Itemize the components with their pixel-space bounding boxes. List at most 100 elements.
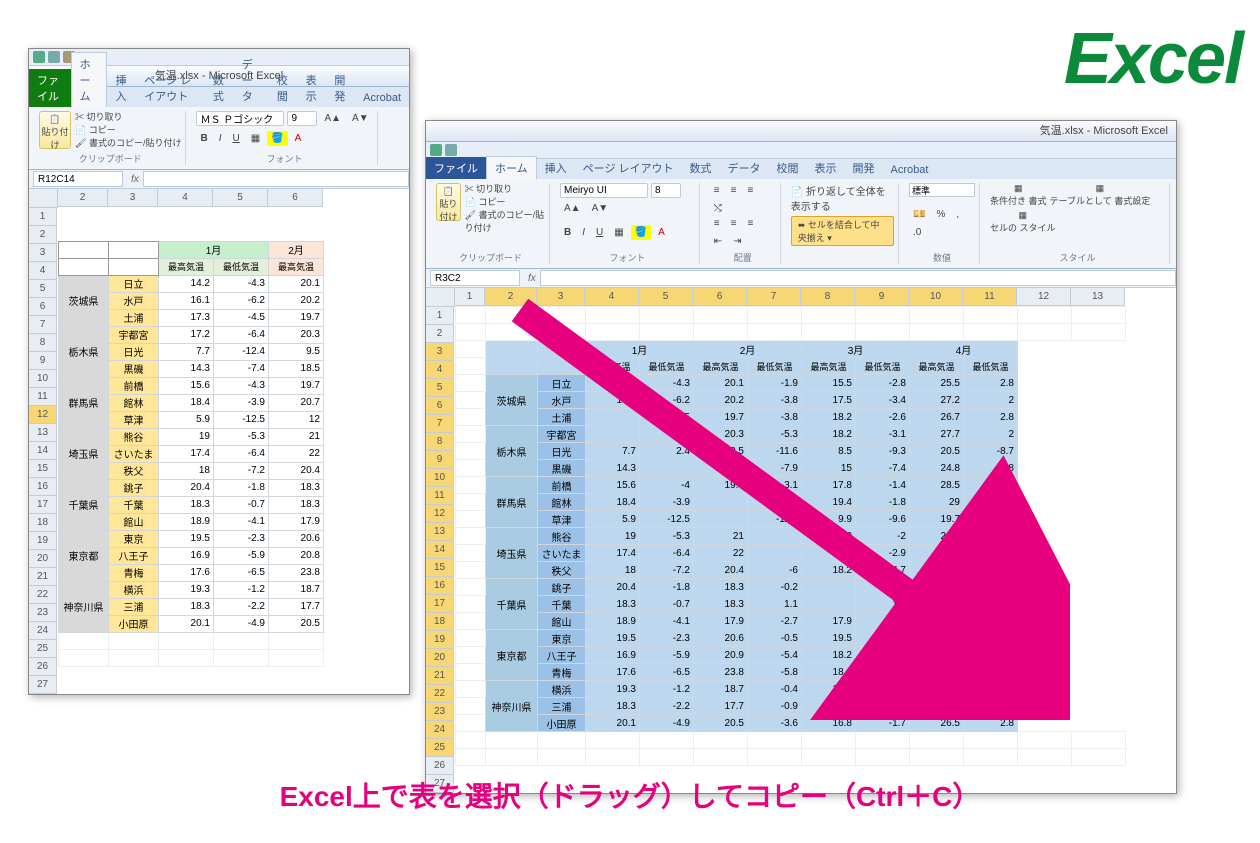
row-head[interactable]: 12 [426, 505, 454, 523]
row-head[interactable]: 18 [29, 514, 57, 532]
paste-button[interactable]: 📋貼り付け [39, 111, 71, 149]
tab-layout[interactable]: ページ レイアウト [575, 157, 682, 179]
font-select[interactable] [196, 111, 284, 126]
formula-bar[interactable] [540, 270, 1176, 286]
format-painter-button[interactable]: 🖌 書式のコピー/貼り付け [465, 209, 545, 235]
percent-icon[interactable]: % [932, 207, 949, 222]
row-head[interactable]: 24 [426, 721, 454, 739]
row-head[interactable]: 6 [29, 298, 57, 316]
row-head[interactable]: 6 [426, 397, 454, 415]
row-head[interactable]: 19 [29, 532, 57, 550]
row-head[interactable]: 16 [426, 577, 454, 595]
row-head[interactable]: 23 [426, 703, 454, 721]
cell-style-button[interactable]: ▦セルの スタイル [990, 210, 1056, 234]
row-head[interactable]: 22 [29, 586, 57, 604]
row-head[interactable]: 26 [29, 658, 57, 676]
row-head[interactable]: 23 [29, 604, 57, 622]
col-head síce[interactable]: 13 [1071, 288, 1125, 306]
row-head[interactable]: 20 [29, 550, 57, 568]
col-head[interactable]: 2 [58, 189, 108, 207]
tab-formula[interactable]: 数式 [682, 157, 720, 179]
copy-button[interactable]: 📄 コピー [465, 196, 545, 209]
tab-review[interactable]: 校閲 [769, 157, 807, 179]
col-head[interactable]: 5 [213, 189, 268, 207]
row-head[interactable]: 21 [29, 568, 57, 586]
row-head[interactable]: 11 [426, 487, 454, 505]
formula-bar[interactable] [143, 171, 409, 187]
format-painter-button[interactable]: 🖌 書式のコピー/貼り付け [75, 137, 181, 150]
row-head[interactable]: 8 [29, 334, 57, 352]
col-head síce[interactable]: 6 [693, 288, 747, 306]
font-color-button[interactable]: A [654, 225, 669, 240]
data-grid[interactable]: 1月2月3月4月最高気温最低気温最高気温最低気温最高気温最低気温最高気温最低気温… [455, 306, 1126, 766]
row-head[interactable]: 10 [426, 469, 454, 487]
tab-dev[interactable]: 開発 [326, 69, 355, 107]
tab-data[interactable]: データ [720, 157, 769, 179]
paste-button[interactable]: 📋貼り付け [436, 183, 461, 221]
border-button[interactable]: ▦ [247, 131, 264, 146]
increase-font-icon[interactable]: A▲ [560, 201, 585, 216]
row-head[interactable]: 15 [426, 559, 454, 577]
italic-button[interactable]: I [578, 225, 589, 240]
row-head[interactable]: 1 [426, 307, 454, 325]
bold-button[interactable]: B [196, 131, 211, 146]
cond-format-button[interactable]: ▦条件付き 書式 [990, 183, 1047, 207]
number-format-select[interactable] [909, 183, 975, 197]
row-head[interactable]: 3 [426, 343, 454, 361]
tab-file[interactable]: ファイル [29, 69, 71, 107]
row-head[interactable]: 26 [426, 757, 454, 775]
tab-dev[interactable]: 開発 [845, 157, 883, 179]
row-head[interactable]: 1 [29, 208, 57, 226]
inc-dec-icon[interactable]: .0 [909, 225, 925, 240]
cut-button[interactable]: ✂ 切り取り [465, 183, 545, 196]
col-head síce[interactable]: 8 [801, 288, 855, 306]
col-head síce[interactable]: 3 [537, 288, 585, 306]
row-head[interactable]: 19 [426, 631, 454, 649]
tab-layout[interactable]: ページ レイアウト [136, 69, 205, 107]
font-size[interactable] [287, 111, 317, 126]
bold-button[interactable]: B [560, 225, 575, 240]
align-top-icon[interactable]: ≡ [710, 183, 724, 198]
row-head[interactable]: 14 [426, 541, 454, 559]
col-head síce[interactable]: 9 [855, 288, 909, 306]
indent-dec-icon[interactable]: ⇤ [710, 234, 726, 249]
decrease-font-icon[interactable]: A▼ [348, 111, 373, 126]
row-head[interactable]: 17 [29, 496, 57, 514]
comma-icon[interactable]: , [952, 207, 963, 222]
italic-button[interactable]: I [215, 131, 226, 146]
select-all-corner[interactable] [29, 189, 58, 208]
align-right-icon[interactable]: ≡ [743, 216, 757, 231]
tab-data[interactable]: データ [234, 53, 269, 107]
underline-button[interactable]: U [228, 131, 243, 146]
tab-acrobat[interactable]: Acrobat [355, 89, 409, 107]
row-head[interactable]: 25 [29, 640, 57, 658]
undo-icon[interactable] [48, 51, 60, 63]
row-head[interactable]: 13 [29, 424, 57, 442]
row-head[interactable]: 18 [426, 613, 454, 631]
copy-button[interactable]: 📄 コピー [75, 124, 181, 137]
row-head[interactable]: 5 [29, 280, 57, 298]
row-head[interactable]: 25 [426, 739, 454, 757]
col-head síce[interactable]: 5 [639, 288, 693, 306]
orientation-icon[interactable]: ⤭ [710, 201, 726, 216]
fx-icon[interactable]: fx [131, 174, 139, 185]
row-head[interactable]: 24 [29, 622, 57, 640]
col-head síce[interactable]: 12 [1017, 288, 1071, 306]
row-head[interactable]: 17 [426, 595, 454, 613]
fill-color-button[interactable]: 🪣 [631, 225, 651, 240]
row-head[interactable]: 9 [426, 451, 454, 469]
fill-color-button[interactable]: 🪣 [267, 131, 287, 146]
cut-button[interactable]: ✂ 切り取り [75, 111, 181, 124]
col-head[interactable]: 4 [158, 189, 213, 207]
row-head[interactable]: 14 [29, 442, 57, 460]
name-box[interactable] [430, 270, 520, 286]
row-head[interactable]: 2 [426, 325, 454, 343]
tab-insert[interactable]: 挿入 [537, 157, 575, 179]
font-color-button[interactable]: A [291, 131, 306, 146]
underline-button[interactable]: U [592, 225, 607, 240]
align-center-icon[interactable]: ≡ [727, 216, 741, 231]
tab-acrobat[interactable]: Acrobat [883, 161, 937, 179]
row-head[interactable]: 15 [29, 460, 57, 478]
worksheet[interactable]: 1234567891011121314151617181920212223242… [29, 189, 409, 694]
table-format-button[interactable]: ▦テーブルとして 書式設定 [1050, 183, 1151, 207]
